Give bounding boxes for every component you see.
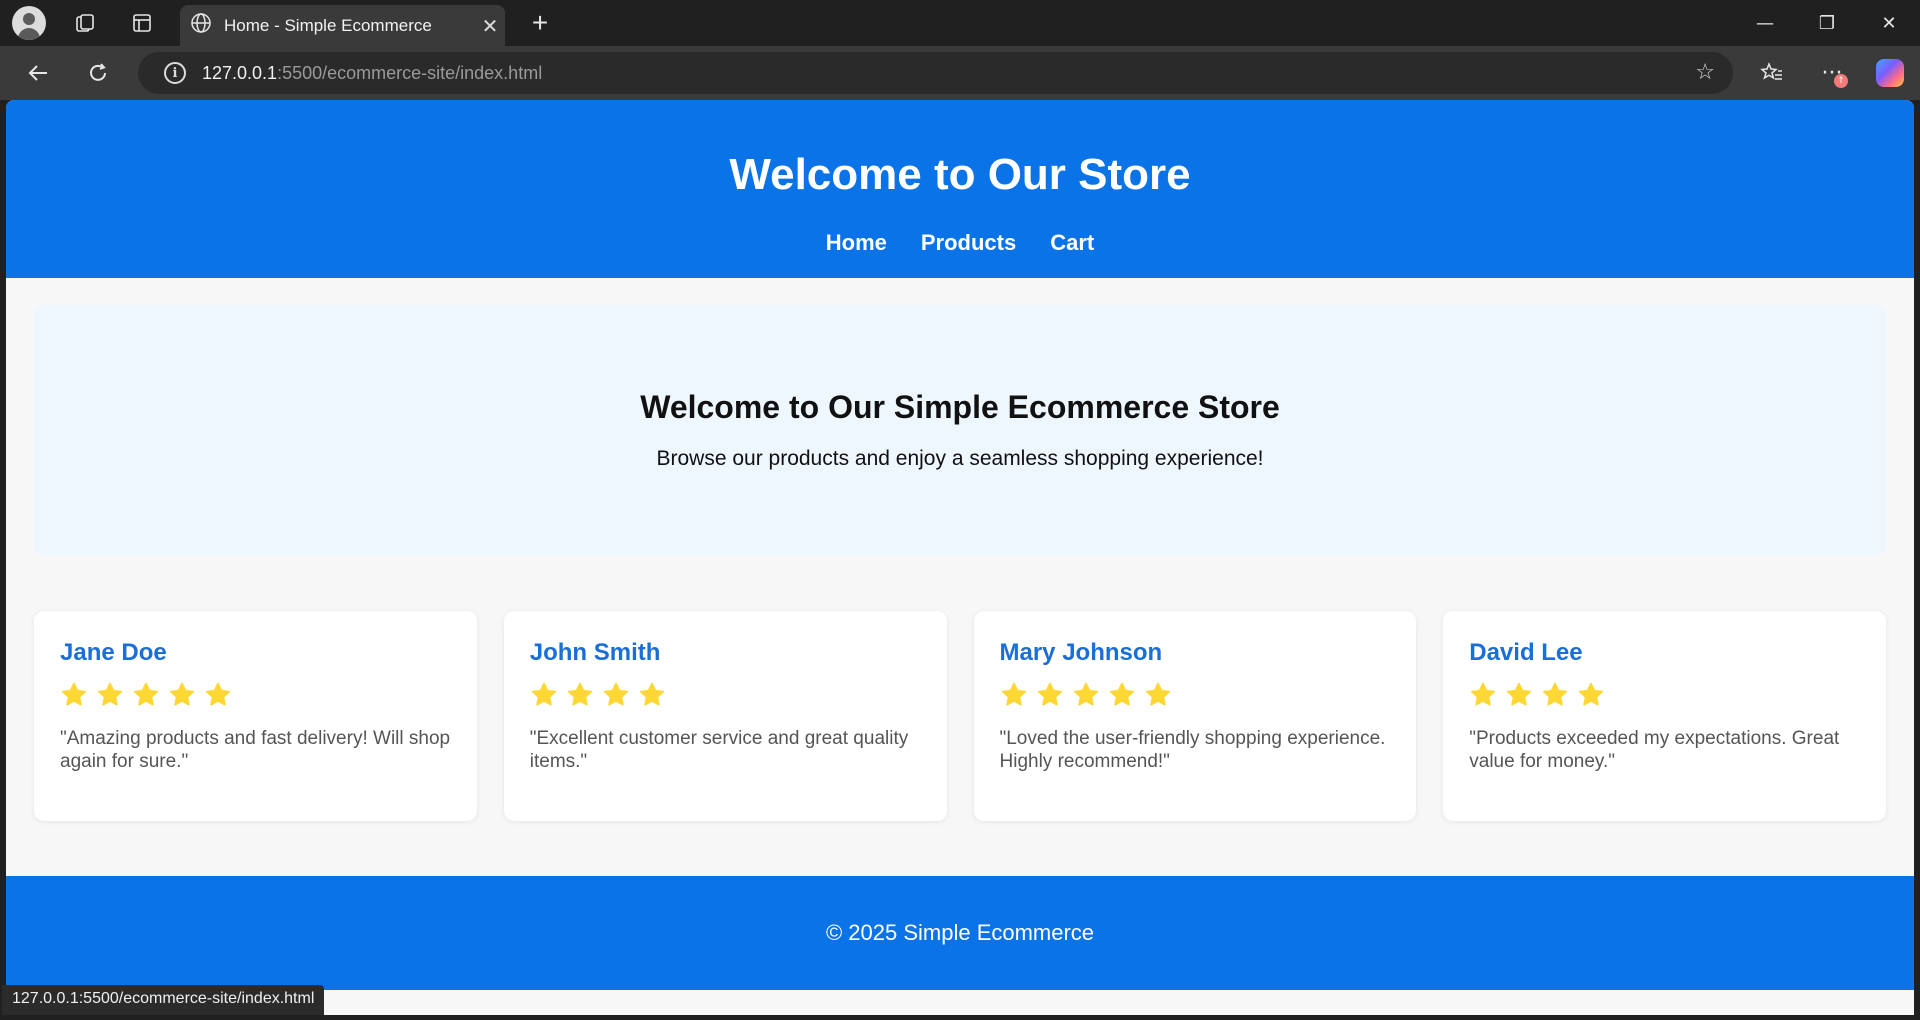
star-icon: [1543, 682, 1568, 706]
site-info-icon[interactable]: i: [164, 62, 186, 84]
hero-heading: Welcome to Our Simple Ecommerce Store: [640, 389, 1280, 425]
tab-strip: Home - Simple Ecommerce ✕ + — ❐ ✕: [0, 0, 1920, 46]
star-icon: [1109, 682, 1134, 706]
status-bar-url: 127.0.0.1:5500/ecommerce-site/index.html: [2, 985, 325, 1015]
restore-button[interactable]: ❐: [1796, 0, 1858, 46]
review-card: John Smith "Excellent customer service a…: [503, 611, 947, 821]
star-icon: [1037, 682, 1062, 706]
site-title: Welcome to Our Store: [729, 150, 1191, 199]
back-button[interactable]: [14, 46, 62, 100]
star-icon: [531, 682, 556, 706]
star-icon: [169, 682, 195, 706]
star-icon: [133, 682, 159, 706]
favorites-icon[interactable]: [1748, 46, 1796, 100]
star-icon: [1073, 682, 1098, 706]
globe-icon: [190, 12, 212, 39]
star-rating: [530, 681, 921, 713]
new-tab-button[interactable]: +: [520, 0, 560, 46]
review-text: "Loved the user-friendly shopping experi…: [999, 728, 1386, 772]
nav-products-link[interactable]: Products: [921, 230, 1016, 256]
refresh-button[interactable]: [74, 46, 122, 100]
nav-home-link[interactable]: Home: [826, 230, 887, 256]
site-footer: © 2025 Simple Ecommerce: [6, 876, 1914, 990]
workspaces-icon[interactable]: [62, 0, 110, 46]
favorite-star-icon[interactable]: ☆: [1695, 60, 1715, 85]
hero-section: Welcome to Our Simple Ecommerce Store Br…: [34, 305, 1886, 555]
star-icon: [1507, 682, 1532, 706]
review-card: Jane Doe "Amazing products and fast deli…: [34, 611, 477, 821]
nav-cart-link[interactable]: Cart: [1050, 230, 1094, 256]
reviewer-name: David Lee: [1469, 639, 1583, 666]
url-text: 127.0.0.1:5500/ecommerce-site/index.html: [202, 62, 543, 83]
reviews-section: Jane Doe "Amazing products and fast deli…: [34, 611, 1886, 821]
toolbar: i 127.0.0.1:5500/ecommerce-site/index.ht…: [0, 46, 1920, 100]
page-viewport: Welcome to Our Store Home Products Cart …: [6, 100, 1914, 1015]
star-icon: [97, 682, 123, 706]
reviewer-name: Mary Johnson: [999, 639, 1163, 666]
star-icon: [1145, 682, 1170, 706]
star-icon: [205, 682, 231, 706]
address-bar[interactable]: i 127.0.0.1:5500/ecommerce-site/index.ht…: [138, 52, 1733, 94]
minimize-button[interactable]: —: [1734, 0, 1796, 46]
vertical-tabs-icon[interactable]: [118, 0, 166, 46]
tab-title: Home - Simple Ecommerce: [224, 15, 432, 35]
close-window-button[interactable]: ✕: [1858, 0, 1920, 46]
close-tab-icon[interactable]: ✕: [475, 14, 505, 38]
active-tab[interactable]: Home - Simple Ecommerce ✕: [180, 5, 505, 46]
star-icon: [61, 682, 87, 706]
star-rating: [1469, 681, 1860, 713]
star-icon: [603, 682, 628, 706]
star-icon: [567, 682, 592, 706]
review-text: "Products exceeded my expectations. Grea…: [1469, 728, 1840, 772]
star-icon: [1001, 682, 1026, 706]
reviewer-name: John Smith: [529, 639, 661, 666]
site-header: Welcome to Our Store Home Products Cart: [6, 100, 1914, 278]
hero-subtitle: Browse our products and enjoy a seamless…: [656, 447, 1264, 470]
star-icon: [1471, 682, 1496, 706]
profile-avatar[interactable]: [12, 6, 46, 40]
update-badge: ↑: [1834, 74, 1848, 88]
review-text: "Excellent customer service and great qu…: [529, 728, 909, 772]
more-options-icon[interactable]: ··· ↑: [1808, 46, 1856, 100]
star-icon: [639, 682, 664, 706]
star-rating: [1000, 681, 1391, 713]
copilot-icon[interactable]: [1866, 46, 1914, 100]
star-icon: [1579, 682, 1604, 706]
footer-copyright: © 2025 Simple Ecommerce: [825, 920, 1095, 945]
star-rating: [60, 681, 451, 713]
reviewer-name: Jane Doe: [60, 639, 167, 666]
review-text: "Amazing products and fast delivery! Wil…: [60, 728, 451, 772]
review-card: David Lee "Products exceeded my expectat…: [1443, 611, 1886, 821]
review-card: Mary Johnson "Loved the user-friendly sh…: [973, 611, 1417, 821]
main-nav: Home Products Cart: [6, 230, 1914, 256]
